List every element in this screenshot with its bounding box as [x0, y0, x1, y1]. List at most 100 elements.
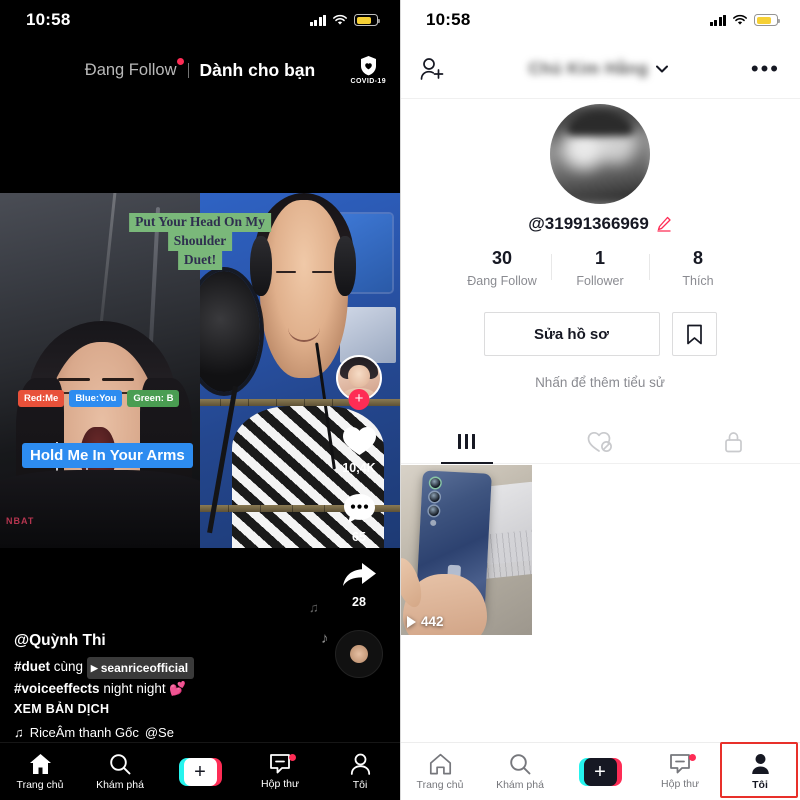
person-icon: [751, 753, 769, 774]
tiktok-feed-screen: 10:58 Đang Follow Dành cho bạn COVID-19 …: [0, 0, 400, 800]
add-person-icon[interactable]: [420, 57, 446, 81]
nav-item-inbox[interactable]: Hộp thư: [640, 743, 720, 800]
tab-videos-grid[interactable]: [400, 420, 533, 463]
stat-following[interactable]: 30 Đang Follow: [453, 248, 551, 288]
tab-liked-hidden[interactable]: [533, 420, 666, 463]
feed-header: Đang Follow Dành cho bạn COVID-19: [0, 40, 400, 100]
grid-item-video[interactable]: 442: [400, 465, 533, 635]
nav-item-home[interactable]: Trang chủ: [400, 743, 480, 800]
stat-likes-num: 8: [692, 248, 703, 268]
tab-for-you[interactable]: Dành cho bạn: [200, 60, 316, 81]
more-dots-icon[interactable]: •••: [751, 58, 780, 80]
chip-green: Green: B: [127, 390, 180, 407]
profile-header: Chủ Kim Hằng •••: [400, 40, 800, 98]
wifi-icon: [333, 14, 347, 25]
heart-icon: [342, 427, 376, 455]
status-time: 10:58: [26, 10, 71, 29]
stat-followers-label: Follower: [576, 274, 624, 288]
chevron-down-icon: [656, 65, 669, 73]
nav-item-discover[interactable]: Khám phá: [480, 743, 560, 800]
music-note-icon-2: ♫: [309, 600, 319, 615]
inbox-icon: [270, 754, 290, 774]
tab-separator: [187, 62, 189, 78]
share-count: 28: [352, 595, 366, 609]
hashtag-voiceeffects[interactable]: #voiceeffects: [14, 681, 100, 696]
nav-item-discover[interactable]: Khám phá: [80, 743, 160, 800]
grid-item-empty-1: [533, 465, 667, 635]
inbox-badge: [289, 754, 296, 761]
bio-placeholder[interactable]: Nhấn để thêm tiểu sử: [400, 375, 800, 390]
share-arrow-icon: [342, 563, 376, 586]
follow-plus-button[interactable]: +: [348, 389, 370, 410]
bottom-nav-left: Trang chủ Khám phá + Hộp thư Tôi: [0, 742, 400, 800]
music-note-glyph: ♫: [14, 725, 24, 740]
battery-icon: [354, 14, 380, 26]
share-action[interactable]: 28: [341, 561, 378, 609]
mention-pill[interactable]: ▶ seanriceofficial: [86, 657, 195, 679]
person-icon: [350, 753, 370, 775]
tab-following-badge: [176, 57, 184, 65]
like-action[interactable]: 10,4K: [341, 423, 378, 475]
tab-private[interactable]: [667, 420, 800, 463]
grid-icon: [457, 434, 476, 449]
covid-info-button[interactable]: COVID-19: [351, 55, 387, 85]
music-title: RiceÂm thanh Gốc: [29, 725, 139, 740]
search-icon: [110, 753, 131, 774]
comment-icon: [343, 494, 375, 523]
play-icon-small: ▶: [90, 663, 98, 673]
wifi-icon: [733, 14, 747, 25]
like-count: 10,4K: [342, 461, 376, 475]
stat-likes-label: Thích: [682, 274, 714, 288]
caption-line-2: #voiceeffects night night 💕: [14, 679, 284, 699]
covid-label: COVID-19: [350, 78, 386, 85]
nav-item-profile[interactable]: Tôi: [320, 743, 400, 800]
see-translation-link[interactable]: XEM BẢN DỊCH: [14, 702, 284, 716]
video-caption: @Quỳnh Thi #duet cùng ▶ seanriceofficial…: [14, 632, 284, 740]
stat-following-num: 30: [491, 248, 513, 268]
hashtag-duet[interactable]: #duet: [14, 659, 50, 674]
home-icon: [29, 753, 51, 774]
stat-likes[interactable]: 8 Thích: [649, 248, 747, 288]
bookmark-icon: [686, 324, 702, 344]
overlay-title-line-1: Put Your Head On My: [129, 213, 271, 232]
nav-item-inbox[interactable]: Hộp thư: [240, 743, 320, 800]
tab-following[interactable]: Đang Follow: [85, 57, 184, 80]
edit-profile-button[interactable]: Sửa hồ sơ: [483, 312, 660, 356]
create-plus-icon[interactable]: +: [178, 757, 222, 786]
comment-action[interactable]: 65: [342, 492, 377, 544]
bookmark-button[interactable]: [671, 312, 717, 356]
overlay-title-line-3: Duet!: [177, 250, 223, 270]
feed-tabs: Đang Follow Dành cho bạn: [85, 57, 316, 81]
caption-emoji: 💕: [169, 681, 187, 696]
status-icons-right: [709, 14, 780, 26]
status-bar: 10:58: [0, 0, 400, 40]
caption-text-2: night night: [103, 681, 166, 696]
nav-item-profile[interactable]: Tôi: [720, 743, 800, 800]
nav-item-create[interactable]: +: [560, 743, 640, 800]
header-divider: [400, 98, 800, 99]
music-info[interactable]: ♫ RiceÂm thanh Gốc @Se: [14, 725, 284, 740]
caption-username[interactable]: @Quỳnh Thi: [14, 632, 284, 650]
nav-item-create[interactable]: +: [160, 743, 240, 800]
nav-item-home[interactable]: Trang chủ: [0, 743, 80, 800]
video-watermark: NBAT: [6, 516, 35, 526]
chip-red: Red:Me: [18, 390, 65, 407]
creator-avatar[interactable]: +: [336, 355, 382, 410]
status-time-right: 10:58: [426, 10, 471, 29]
nav-label-profile: Tôi: [352, 778, 368, 791]
chip-blue: Blue:You: [69, 390, 123, 407]
search-icon: [510, 753, 531, 774]
nav-label-inbox: Hộp thư: [261, 778, 299, 790]
lock-icon: [724, 431, 742, 452]
profile-avatar[interactable]: [550, 104, 650, 204]
profile-stats: 30 Đang Follow 1 Follower 8 Thích: [400, 248, 800, 288]
color-legend-chips: Red:Me Blue:You Green: B: [18, 390, 180, 407]
play-icon: [407, 615, 416, 628]
profile-name-dropdown[interactable]: Chủ Kim Hằng: [529, 60, 669, 79]
stat-followers[interactable]: 1 Follower: [551, 248, 649, 288]
profile-handle-row: @31991366969: [400, 214, 800, 234]
create-plus-icon[interactable]: +: [578, 757, 622, 786]
music-disc-icon[interactable]: [335, 630, 383, 678]
pencil-edit-icon[interactable]: [656, 216, 672, 232]
panel-separator: [400, 0, 401, 800]
